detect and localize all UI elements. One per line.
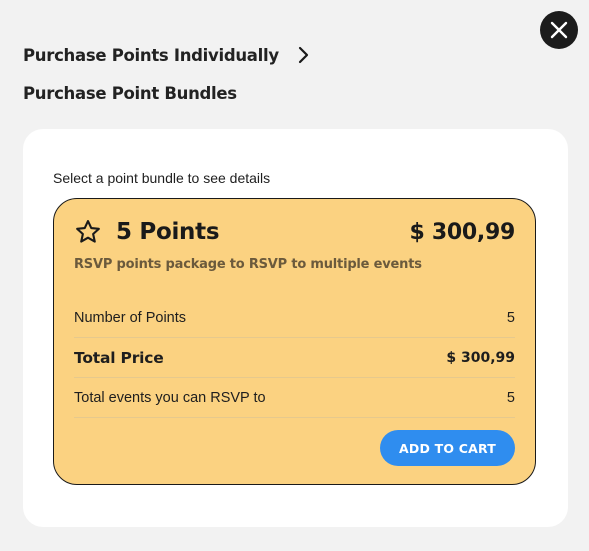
- add-to-cart-button[interactable]: ADD TO CART: [380, 430, 515, 466]
- detail-label: Total events you can RSVP to: [74, 389, 266, 406]
- bundle-description: RSVP points package to RSVP to multiple …: [74, 257, 422, 272]
- bundle-name: 5 Points: [116, 219, 220, 245]
- detail-row-events: Total events you can RSVP to 5: [74, 378, 515, 418]
- bundle-panel: Select a point bundle to see details 5 P…: [23, 129, 568, 527]
- detail-label: Total Price: [74, 348, 164, 367]
- bundle-details: Number of Points 5 Total Price $ 300,99 …: [74, 298, 515, 418]
- bundle-price: $ 300,99: [409, 219, 516, 245]
- detail-label: Number of Points: [74, 309, 187, 326]
- bundle-header: 5 Points $ 300,99: [74, 215, 515, 249]
- chevron-right-icon: [297, 46, 309, 64]
- detail-value: $ 300,99: [446, 349, 515, 366]
- purchase-individually-link[interactable]: Purchase Points Individually: [23, 42, 309, 68]
- purchase-individually-label: Purchase Points Individually: [23, 45, 279, 65]
- detail-value: 5: [506, 389, 515, 406]
- close-button[interactable]: [540, 11, 578, 49]
- instruction-text: Select a point bundle to see details: [53, 170, 271, 186]
- star-icon: [74, 218, 102, 246]
- detail-row-points: Number of Points 5: [74, 298, 515, 338]
- bundles-title: Purchase Point Bundles: [23, 84, 237, 103]
- close-icon: [550, 21, 568, 39]
- bundle-card[interactable]: 5 Points $ 300,99 RSVP points package to…: [53, 198, 536, 485]
- detail-value: 5: [506, 309, 515, 326]
- detail-row-total-price: Total Price $ 300,99: [74, 338, 515, 378]
